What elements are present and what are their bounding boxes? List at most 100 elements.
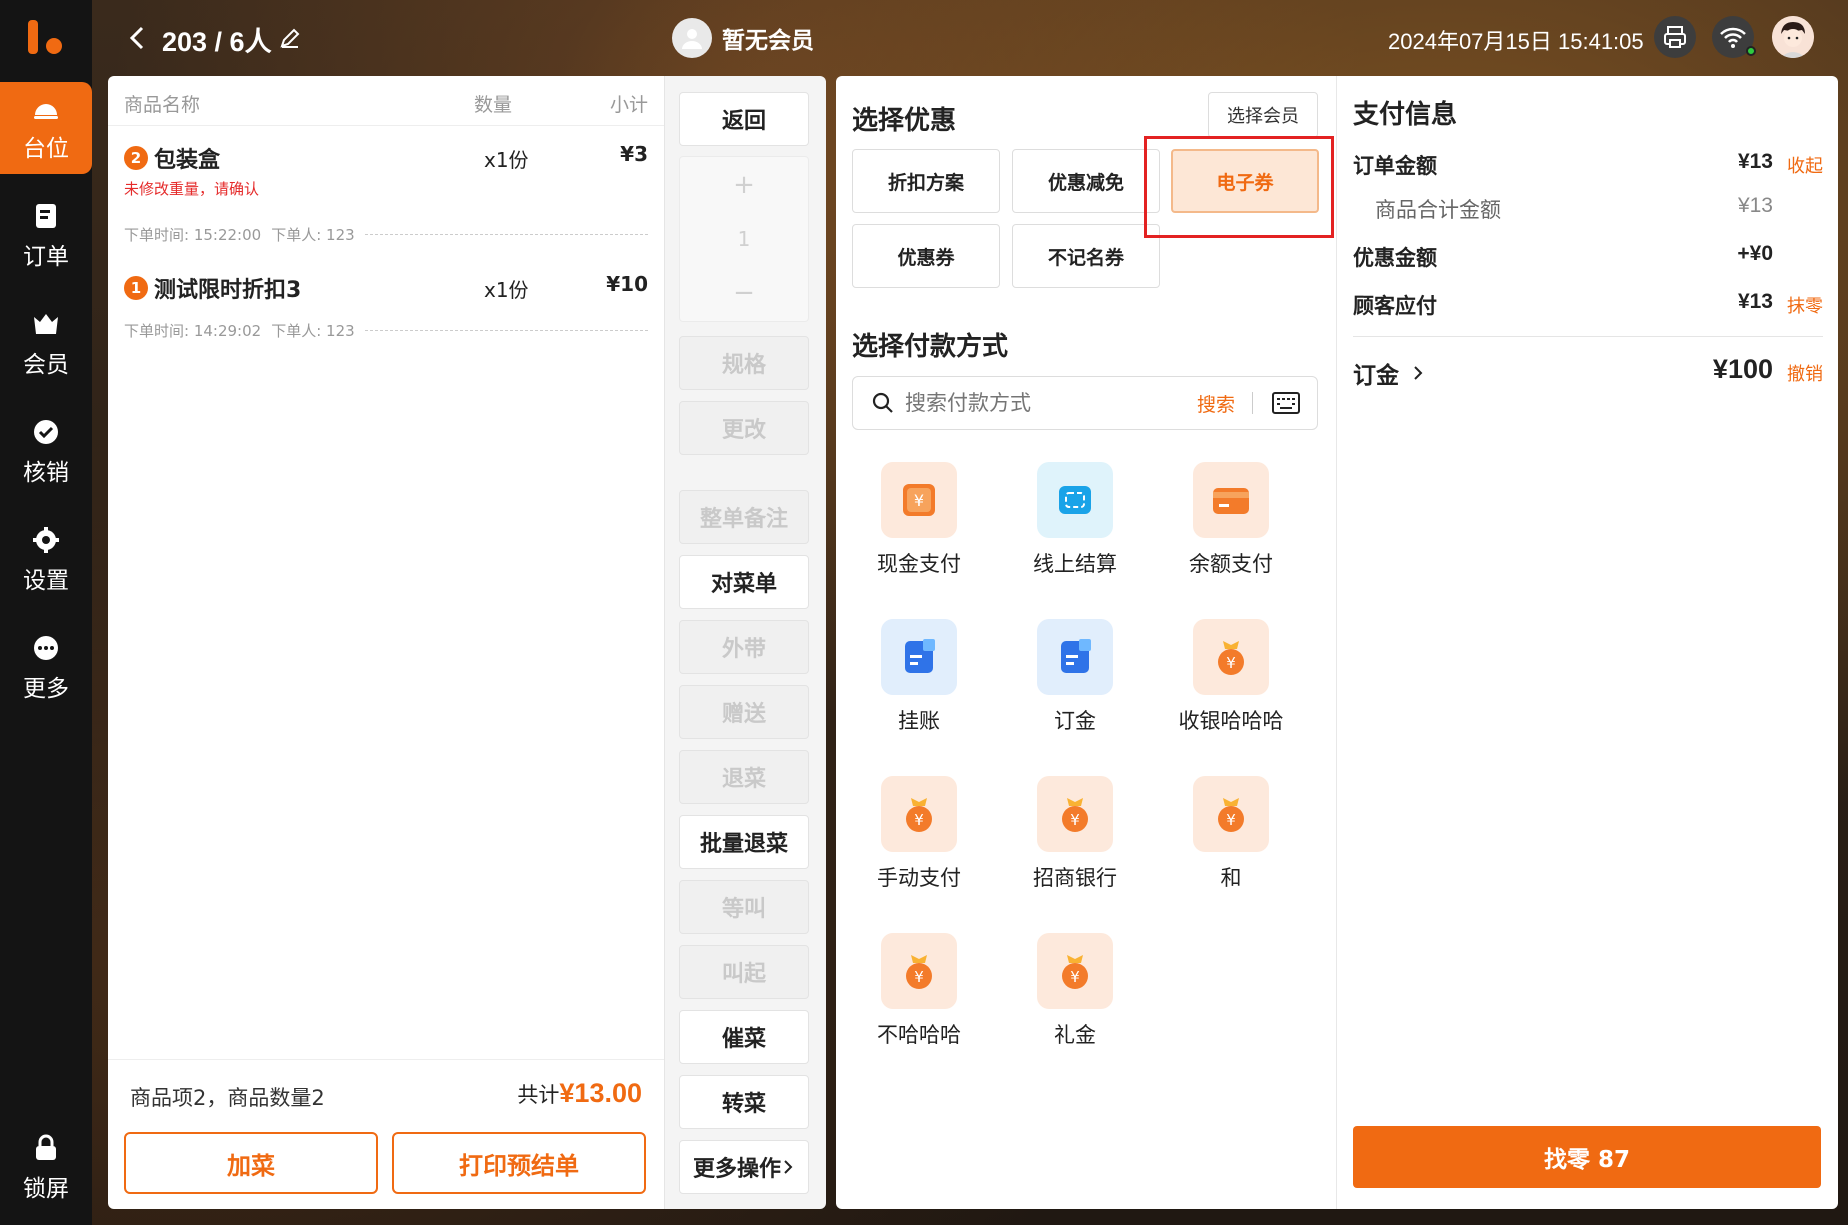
divider — [1252, 392, 1253, 414]
wait-call-button[interactable]: 等叫 — [679, 880, 809, 934]
item-subtotal: ¥10 — [606, 272, 648, 296]
total-label: 共计 — [517, 1083, 560, 1107]
order-amount-row: 订单金额 ¥13 收起 — [1353, 150, 1823, 182]
takeaway-button[interactable]: 外带 — [679, 620, 809, 674]
sidebar-item-label: 锁屏 — [23, 1176, 69, 1202]
change-button[interactable]: 找零 87 — [1353, 1126, 1821, 1188]
item-index-badge: 2 — [124, 146, 148, 170]
svg-text:¥: ¥ — [914, 811, 924, 829]
sidebar-item-tables[interactable]: 台位 — [0, 82, 92, 174]
pay-method-deposit[interactable]: 订金 — [1010, 619, 1140, 735]
order-amount-value: ¥13 — [1737, 150, 1773, 173]
pay-method-cash[interactable]: ¥ 现金支付 — [854, 462, 984, 578]
item-subtotal: ¥3 — [620, 142, 648, 166]
pay-method-credit[interactable]: 挂账 — [854, 619, 984, 735]
stepper-plus[interactable]: + — [733, 170, 755, 200]
pay-method-balance[interactable]: 余额支付 — [1166, 462, 1296, 578]
discount-amount-row: 优惠金额 +¥0 — [1353, 242, 1823, 274]
pay-method-gift-money[interactable]: ¥ 礼金 — [1010, 933, 1140, 1049]
payable-row: 顾客应付 ¥13 抹零 — [1353, 290, 1823, 322]
pay-method-custom-2[interactable]: ¥ 不哈哈哈 — [854, 933, 984, 1049]
credit-note-icon — [881, 619, 957, 695]
round-off-link[interactable]: 抹零 — [1787, 292, 1823, 318]
pay-method-label: 线上结算 — [1033, 552, 1117, 576]
back-button[interactable]: 返回 — [679, 92, 809, 146]
search-button[interactable]: 搜索 — [1197, 390, 1235, 417]
item-index-badge: 1 — [124, 276, 148, 300]
batch-refund-button[interactable]: 批量退菜 — [679, 815, 809, 869]
pay-method-he[interactable]: ¥ 和 — [1166, 776, 1296, 892]
collapse-link[interactable]: 收起 — [1787, 152, 1823, 178]
sidebar-item-verify[interactable]: 核销 — [0, 406, 92, 498]
balance-card-icon — [1193, 462, 1269, 538]
item-meta: 下单时间: 15:22:00 下单人: 123 — [124, 224, 648, 245]
pay-method-label: 和 — [1220, 866, 1242, 890]
svg-text:¥: ¥ — [1226, 811, 1236, 829]
stepper-value: 1 — [737, 226, 751, 251]
check-menu-button[interactable]: 对菜单 — [679, 555, 809, 609]
quantity-stepper[interactable]: + 1 − — [679, 156, 809, 322]
printer-icon[interactable] — [1654, 16, 1696, 58]
coupon-button[interactable]: 优惠券 — [852, 224, 1000, 288]
sidebar-item-label: 会员 — [23, 352, 69, 378]
item-time: 下单时间: 14:29:02 — [124, 322, 262, 340]
transfer-dish-button[interactable]: 转菜 — [679, 1075, 809, 1129]
back-chevron-icon[interactable] — [126, 22, 148, 54]
sidebar-item-label: 订单 — [23, 244, 69, 270]
verify-check-icon — [34, 420, 58, 444]
payment-search-input[interactable] — [905, 391, 1185, 415]
sidebar-item-lock[interactable]: 锁屏 — [0, 1122, 92, 1214]
order-note-button[interactable]: 整单备注 — [679, 490, 809, 544]
divider — [1353, 336, 1823, 337]
revoke-link[interactable]: 撤销 — [1787, 360, 1823, 386]
keyboard-icon[interactable] — [1271, 389, 1301, 417]
modify-button[interactable]: 更改 — [679, 401, 809, 455]
svg-text:¥: ¥ — [1226, 654, 1236, 672]
select-member-button[interactable]: 选择会员 — [1208, 92, 1318, 138]
urge-dish-button[interactable]: 催菜 — [679, 1010, 809, 1064]
spec-button[interactable]: 规格 — [679, 336, 809, 390]
sidebar-item-orders[interactable]: 订单 — [0, 190, 92, 282]
sidebar-item-settings[interactable]: 设置 — [0, 514, 92, 606]
pay-method-cmb[interactable]: ¥ 招商银行 — [1010, 776, 1140, 892]
chevron-right-icon — [1414, 366, 1423, 380]
discount-plan-button[interactable]: 折扣方案 — [852, 149, 1000, 213]
print-prebill-button[interactable]: 打印预结单 — [392, 1132, 646, 1194]
stepper-minus[interactable]: − — [733, 278, 755, 308]
pay-method-online[interactable]: 线上结算 — [1010, 462, 1140, 578]
wifi-icon[interactable] — [1712, 16, 1756, 58]
member-status[interactable]: 暂无会员 — [672, 18, 814, 58]
order-item[interactable]: 2 包装盒 x1份 ¥3 未修改重量，请确认 下单时间: 15:22:00 下单… — [124, 142, 648, 262]
add-dish-button[interactable]: 加菜 — [124, 1132, 378, 1194]
online-status-dot — [1746, 46, 1756, 56]
gift-button[interactable]: 赠送 — [679, 685, 809, 739]
pay-method-label: 收银哈哈哈 — [1178, 709, 1284, 733]
sidebar-item-label: 更多 — [23, 676, 69, 702]
sidebar-item-more[interactable]: 更多 — [0, 622, 92, 714]
refund-dish-button[interactable]: 退菜 — [679, 750, 809, 804]
sidebar-item-label: 设置 — [23, 568, 69, 594]
lock-icon — [36, 1134, 56, 1160]
pay-method-manual[interactable]: ¥ 手动支付 — [854, 776, 984, 892]
pay-method-label: 余额支付 — [1189, 552, 1273, 576]
sidebar-item-members[interactable]: 会员 — [0, 298, 92, 390]
payment-search[interactable]: 搜索 — [852, 376, 1318, 430]
pay-method-label: 礼金 — [1054, 1023, 1096, 1047]
action-column: 返回 + 1 − 规格 更改 整单备注 对菜单 外带 赠送 退菜 批量退菜 等叫… — [664, 76, 826, 1209]
deposit-label-group: 订金 — [1353, 356, 1425, 390]
edit-pencil-icon[interactable] — [278, 26, 302, 50]
pay-method-custom-1[interactable]: ¥ 收银哈哈哈 — [1166, 619, 1296, 735]
discount-reduction-button[interactable]: 优惠减免 — [1012, 149, 1160, 213]
deposit-row[interactable]: 订金 ¥100 撤销 — [1353, 352, 1823, 392]
payment-method-title: 选择付款方式 — [852, 332, 1009, 362]
search-icon — [872, 392, 893, 413]
bearer-coupon-button[interactable]: 不记名券 — [1012, 224, 1160, 288]
goods-total-row: 商品合计金额 ¥13 — [1353, 194, 1823, 226]
order-item[interactable]: 1 测试限时折扣3 x1份 ¥10 下单时间: 14:29:02 下单人: 12… — [124, 272, 648, 372]
discount-title: 选择优惠 — [852, 106, 957, 136]
call-up-button[interactable]: 叫起 — [679, 945, 809, 999]
more-actions-button[interactable]: 更多操作 — [679, 1140, 809, 1194]
order-list-header: 商品名称 数量 小计 — [108, 76, 664, 126]
member-avatar-icon — [672, 18, 712, 58]
user-avatar[interactable] — [1772, 16, 1814, 58]
